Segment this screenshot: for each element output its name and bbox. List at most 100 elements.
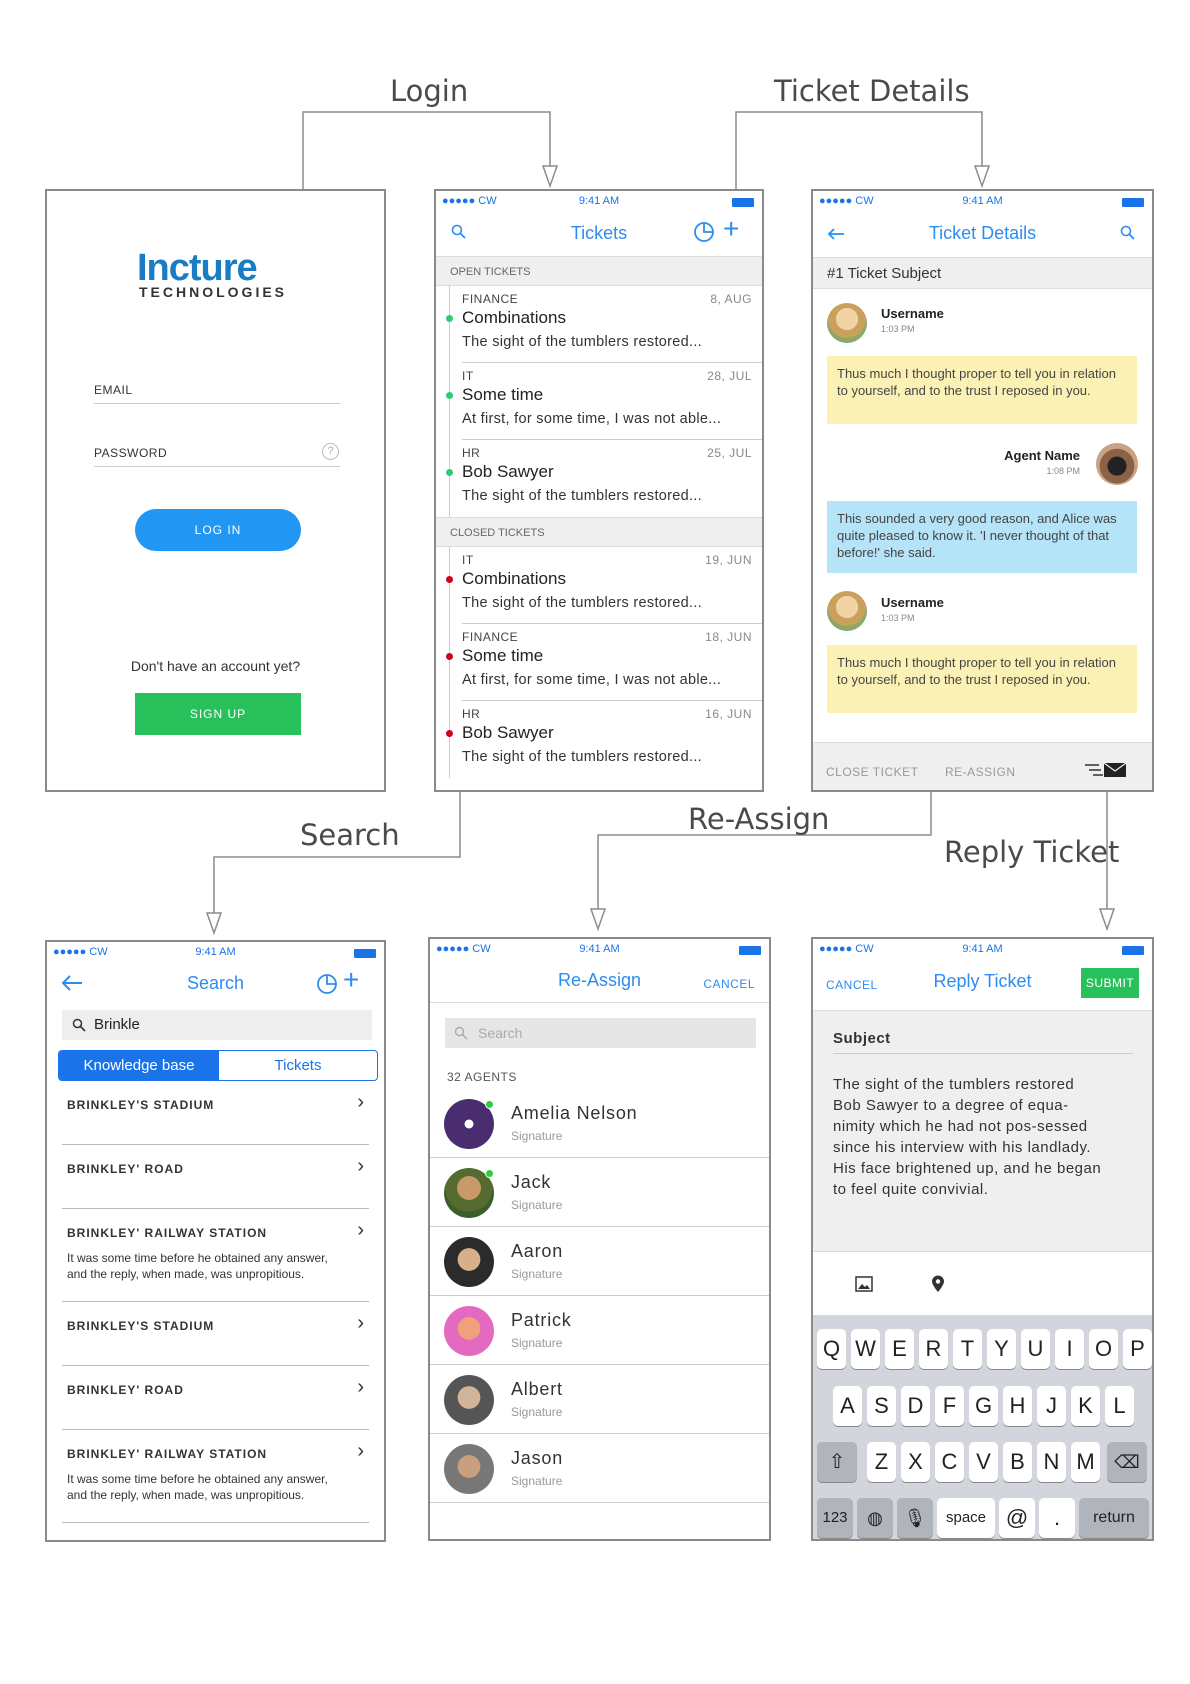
status-dot: [446, 469, 453, 476]
agent-row[interactable]: Jack Signature: [430, 1158, 769, 1227]
email-field[interactable]: [94, 403, 340, 404]
row-divider: [62, 1301, 369, 1302]
chevron-right-icon[interactable]: ›: [357, 1376, 364, 1399]
reassign-button[interactable]: RE-ASSIGN: [945, 765, 1016, 779]
ticket-snippet: At first, for some time, I was not able.…: [462, 672, 722, 688]
ticket-row[interactable]: IT 28, JUL Some time At first, for some tim…: [436, 363, 762, 440]
key-j[interactable]: J: [1037, 1386, 1066, 1426]
key-r[interactable]: R: [919, 1329, 948, 1369]
search-result[interactable]: BRINKLEY' ROAD ›: [47, 1367, 384, 1431]
globe-icon[interactable]: ◍: [857, 1498, 893, 1538]
key-t[interactable]: T: [953, 1329, 982, 1369]
key-z[interactable]: Z: [867, 1442, 896, 1482]
ticket-row[interactable]: HR 16, JUN Bob Sawyer The sight of the tumb…: [436, 701, 762, 778]
search-result[interactable]: BRINKLEY'S STADIUM ›: [47, 1303, 384, 1367]
agent-avatar: [1096, 443, 1138, 485]
ticket-snippet: The sight of the tumblers restored...: [462, 334, 702, 350]
chevron-right-icon[interactable]: ›: [357, 1091, 364, 1114]
chevron-right-icon[interactable]: ›: [357, 1312, 364, 1335]
timeline-line: [449, 701, 450, 778]
chevron-right-icon[interactable]: ›: [357, 1155, 364, 1178]
key-k[interactable]: K: [1071, 1386, 1100, 1426]
search-result[interactable]: BRINKLEY' RAILWAY STATION › It was some ti…: [47, 1210, 384, 1303]
key-w[interactable]: W: [851, 1329, 880, 1369]
search-input[interactable]: Search: [445, 1018, 756, 1048]
message-body[interactable]: The sight of the tumblers restored Bob S…: [833, 1074, 1103, 1200]
message-bubble: Thus much I thought proper to tell you i…: [827, 356, 1137, 424]
signup-button[interactable]: SIGN UP: [135, 693, 301, 735]
key-e[interactable]: E: [885, 1329, 914, 1369]
segmented-control: Knowledge base Tickets: [58, 1050, 378, 1081]
tab-knowledge-base[interactable]: Knowledge base: [59, 1051, 219, 1080]
chevron-right-icon[interactable]: ›: [357, 1219, 364, 1242]
ticket-row[interactable]: IT 19, JUN Combinations The sight of the tu…: [436, 547, 762, 624]
key-b[interactable]: B: [1003, 1442, 1032, 1482]
key-q[interactable]: Q: [817, 1329, 846, 1369]
row-divider: [62, 1144, 369, 1145]
image-icon[interactable]: [855, 1276, 873, 1292]
key-v[interactable]: V: [969, 1442, 998, 1482]
agent-row[interactable]: Patrick Signature: [430, 1296, 769, 1365]
key-c[interactable]: C: [935, 1442, 964, 1482]
status-bar: ●●●●● CW 9:41 AM: [430, 941, 769, 957]
return-key[interactable]: return: [1079, 1498, 1149, 1538]
key-m[interactable]: M: [1071, 1442, 1100, 1482]
clock: 9:41 AM: [579, 943, 620, 955]
reassign-screen: ●●●●● CW 9:41 AM Re-Assign CANCEL Search…: [428, 937, 771, 1541]
ticket-row[interactable]: FINANCE 8, AUG Combinations The sight of th…: [436, 286, 762, 363]
agent-row[interactable]: Aaron Signature: [430, 1227, 769, 1296]
key-a[interactable]: A: [833, 1386, 862, 1426]
key-s[interactable]: S: [867, 1386, 896, 1426]
result-title: BRINKLEY' ROAD: [67, 1162, 184, 1176]
location-pin-icon[interactable]: [931, 1275, 945, 1293]
add-icon[interactable]: +: [723, 213, 739, 245]
result-title: BRINKLEY' RAILWAY STATION: [67, 1226, 268, 1240]
key-x[interactable]: X: [901, 1442, 930, 1482]
search-result[interactable]: BRINKLEY' ROAD ›: [47, 1146, 384, 1210]
password-field[interactable]: [94, 466, 340, 467]
dot-key[interactable]: .: [1039, 1498, 1075, 1538]
key-o[interactable]: O: [1089, 1329, 1118, 1369]
agent-row[interactable]: Albert Signature: [430, 1365, 769, 1434]
cancel-button[interactable]: CANCEL: [703, 977, 755, 991]
numbers-key[interactable]: 123: [817, 1498, 853, 1538]
row-divider: [62, 1208, 369, 1209]
pie-chart-icon[interactable]: [693, 221, 715, 243]
search-icon[interactable]: [1120, 225, 1136, 241]
reply-mail-icon[interactable]: [1085, 761, 1127, 779]
login-button[interactable]: LOG IN: [135, 509, 301, 551]
key-i[interactable]: I: [1055, 1329, 1084, 1369]
agent-row[interactable]: Jason Signature: [430, 1434, 769, 1503]
key-n[interactable]: N: [1037, 1442, 1066, 1482]
at-key[interactable]: @: [999, 1498, 1035, 1538]
ticket-date: 19, JUN: [705, 553, 752, 567]
ticket-date: 28, JUL: [707, 369, 752, 383]
key-l[interactable]: L: [1105, 1386, 1134, 1426]
search-input[interactable]: Brinkle: [62, 1010, 372, 1040]
key-g[interactable]: G: [969, 1386, 998, 1426]
chevron-right-icon[interactable]: ›: [357, 1440, 364, 1463]
search-result[interactable]: BRINKLEY' RAILWAY STATION › It was some ti…: [47, 1431, 384, 1524]
key-d[interactable]: D: [901, 1386, 930, 1426]
key-h[interactable]: H: [1003, 1386, 1032, 1426]
ticket-row[interactable]: HR 25, JUL Bob Sawyer The sight of the tumb…: [436, 440, 762, 517]
tab-tickets[interactable]: Tickets: [219, 1051, 377, 1080]
close-ticket-button[interactable]: CLOSE TICKET: [826, 765, 918, 779]
key-p[interactable]: P: [1123, 1329, 1152, 1369]
ticket-row[interactable]: FINANCE 18, JUN Some time At first, for som…: [436, 624, 762, 701]
microphone-icon[interactable]: 🎙: [897, 1498, 933, 1538]
submit-button[interactable]: SUBMIT: [1081, 968, 1139, 998]
space-key[interactable]: space: [937, 1498, 995, 1538]
result-description: It was some time before he obtained any …: [67, 1251, 328, 1281]
key-f[interactable]: F: [935, 1386, 964, 1426]
key-u[interactable]: U: [1021, 1329, 1050, 1369]
key-y[interactable]: Y: [987, 1329, 1016, 1369]
agent-row[interactable]: Amelia Nelson Signature: [430, 1089, 769, 1158]
shift-key-icon[interactable]: ⇧: [817, 1442, 857, 1482]
action-bar: CLOSE TICKET RE-ASSIGN: [813, 742, 1152, 790]
search-result[interactable]: BRINKLEY'S STADIUM ›: [47, 1082, 384, 1146]
pie-chart-icon[interactable]: [316, 973, 338, 995]
add-icon[interactable]: +: [343, 964, 359, 996]
help-icon[interactable]: ?: [322, 443, 339, 460]
backspace-key-icon[interactable]: ⌫: [1107, 1442, 1147, 1482]
